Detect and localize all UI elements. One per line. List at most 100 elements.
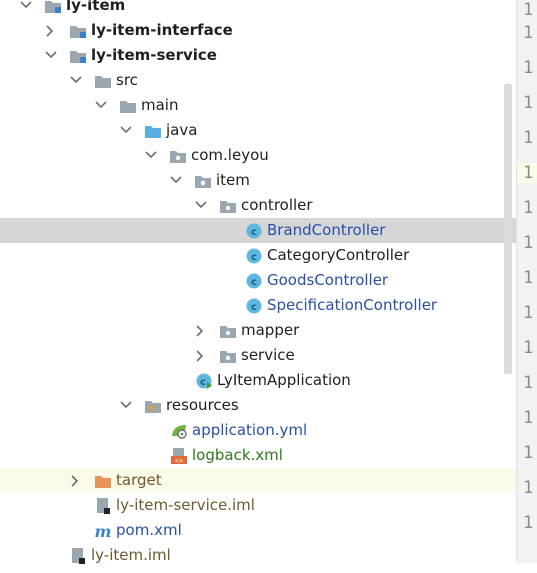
tree-label: target — [116, 471, 162, 489]
tree-label: LyItemApplication — [217, 371, 351, 389]
line-number: 1 — [523, 268, 534, 288]
line-number: 1 — [523, 338, 534, 358]
line-number: 1 — [523, 0, 534, 20]
tree-node-service[interactable]: service — [0, 343, 516, 368]
resources-folder-icon — [144, 397, 162, 415]
line-number: 1 — [523, 513, 534, 533]
tree-label: controller — [241, 196, 313, 214]
tree-node-goods-controller[interactable]: c GoodsController — [0, 268, 516, 293]
line-number: 1 — [523, 58, 534, 78]
tree-node-specification-controller[interactable]: c SpecificationController — [0, 293, 516, 318]
tree-label: main — [141, 96, 179, 114]
line-number: 1 — [523, 373, 534, 393]
tree-node-ly-item-service[interactable]: ly-item-service — [0, 43, 516, 68]
class-icon: c — [245, 297, 263, 315]
module-folder-icon — [69, 22, 87, 40]
package-icon — [219, 322, 237, 340]
svg-text:c: c — [251, 302, 257, 313]
tree-node-mapper[interactable]: mapper — [0, 318, 516, 343]
svg-text:c: c — [251, 277, 257, 288]
tree-node-category-controller[interactable]: c CategoryController — [0, 243, 516, 268]
tree-label: ly-item.iml — [91, 546, 171, 564]
spring-boot-class-icon: c — [195, 372, 213, 390]
svg-text:c: c — [200, 377, 206, 388]
tree-node-ly-item-iml[interactable]: ly-item.iml — [0, 543, 516, 568]
line-number: 1 — [523, 23, 534, 43]
line-number: 1 — [523, 408, 534, 428]
tree-label: mapper — [241, 321, 300, 339]
tree-node-target[interactable]: target — [0, 468, 516, 493]
chevron-right-icon[interactable] — [45, 18, 59, 43]
chevron-down-icon[interactable] — [170, 168, 184, 193]
tree-label: src — [116, 71, 138, 89]
svg-text:c: c — [251, 252, 257, 263]
tree-label: service — [241, 346, 295, 364]
tree-node-item[interactable]: item — [0, 168, 516, 193]
chevron-down-icon[interactable] — [120, 393, 134, 418]
chevron-down-icon[interactable] — [70, 68, 84, 93]
chevron-right-icon[interactable] — [195, 318, 209, 343]
tree-label: ly-item-service — [91, 46, 217, 64]
chevron-down-icon[interactable] — [195, 193, 209, 218]
tree-label: GoodsController — [267, 271, 389, 289]
tree-node-com-leyou[interactable]: com.leyou — [0, 143, 516, 168]
tree-label: BrandController — [267, 221, 386, 239]
tree-node-main[interactable]: main — [0, 93, 516, 118]
folder-icon — [94, 72, 112, 90]
class-icon: c — [245, 222, 263, 240]
source-folder-icon — [144, 122, 162, 140]
package-icon — [194, 172, 212, 190]
chevron-down-icon[interactable] — [120, 118, 134, 143]
tree-label: CategoryController — [267, 246, 410, 264]
line-number: 1 — [523, 198, 534, 218]
tree-node-ly-item-interface[interactable]: ly-item-interface — [0, 18, 516, 43]
chevron-down-icon[interactable] — [45, 43, 59, 68]
svg-text:<>: <> — [175, 457, 183, 465]
tree-node-pom-xml[interactable]: m pom.xml — [0, 518, 516, 543]
xml-file-icon: <> — [170, 447, 188, 465]
module-folder-icon — [44, 0, 62, 15]
chevron-down-icon[interactable] — [20, 0, 34, 18]
class-icon: c — [245, 247, 263, 265]
line-number: 1 — [523, 443, 534, 463]
tree-node-brand-controller[interactable]: c BrandController — [0, 218, 516, 243]
tree-label: java — [166, 121, 198, 139]
tree-label: com.leyou — [191, 146, 269, 164]
project-tree: ly-item ly-item-interface ly-item-servic… — [0, 0, 516, 568]
tree-label: item — [216, 171, 250, 189]
tree-node-ly-item[interactable]: ly-item — [0, 0, 516, 18]
chevron-right-icon[interactable] — [195, 343, 209, 368]
svg-text:m: m — [95, 522, 112, 540]
spring-config-icon — [170, 422, 188, 440]
vertical-scrollbar[interactable] — [504, 84, 512, 374]
chevron-down-icon[interactable] — [145, 143, 159, 168]
package-icon — [219, 347, 237, 365]
chevron-right-icon[interactable] — [70, 468, 84, 493]
tree-node-java[interactable]: java — [0, 118, 516, 143]
svg-text:c: c — [251, 227, 257, 238]
line-number: 1 — [523, 93, 534, 113]
line-number: 1 — [523, 303, 534, 323]
package-icon — [219, 197, 237, 215]
tree-label: resources — [166, 396, 239, 414]
module-folder-icon — [69, 47, 87, 65]
tree-node-src[interactable]: src — [0, 68, 516, 93]
tree-node-ly-item-service-iml[interactable]: ly-item-service.iml — [0, 493, 516, 518]
class-icon: c — [245, 272, 263, 290]
tree-label: pom.xml — [116, 521, 182, 539]
line-number: 1 — [523, 478, 534, 498]
tree-label: logback.xml — [192, 446, 283, 464]
tree-node-ly-item-application[interactable]: c LyItemApplication — [0, 368, 516, 393]
line-number: 1 — [523, 128, 534, 148]
tree-node-resources[interactable]: resources — [0, 393, 516, 418]
line-number: 1 — [523, 233, 534, 253]
tree-node-application-yml[interactable]: application.yml — [0, 418, 516, 443]
tree-label: ly-item-interface — [91, 21, 233, 39]
package-icon — [169, 147, 187, 165]
folder-icon — [119, 97, 137, 115]
iml-file-icon — [94, 497, 112, 515]
tree-node-logback-xml[interactable]: <> logback.xml — [0, 443, 516, 468]
tree-node-controller[interactable]: controller — [0, 193, 516, 218]
chevron-down-icon[interactable] — [95, 93, 109, 118]
maven-icon: m — [94, 522, 112, 541]
